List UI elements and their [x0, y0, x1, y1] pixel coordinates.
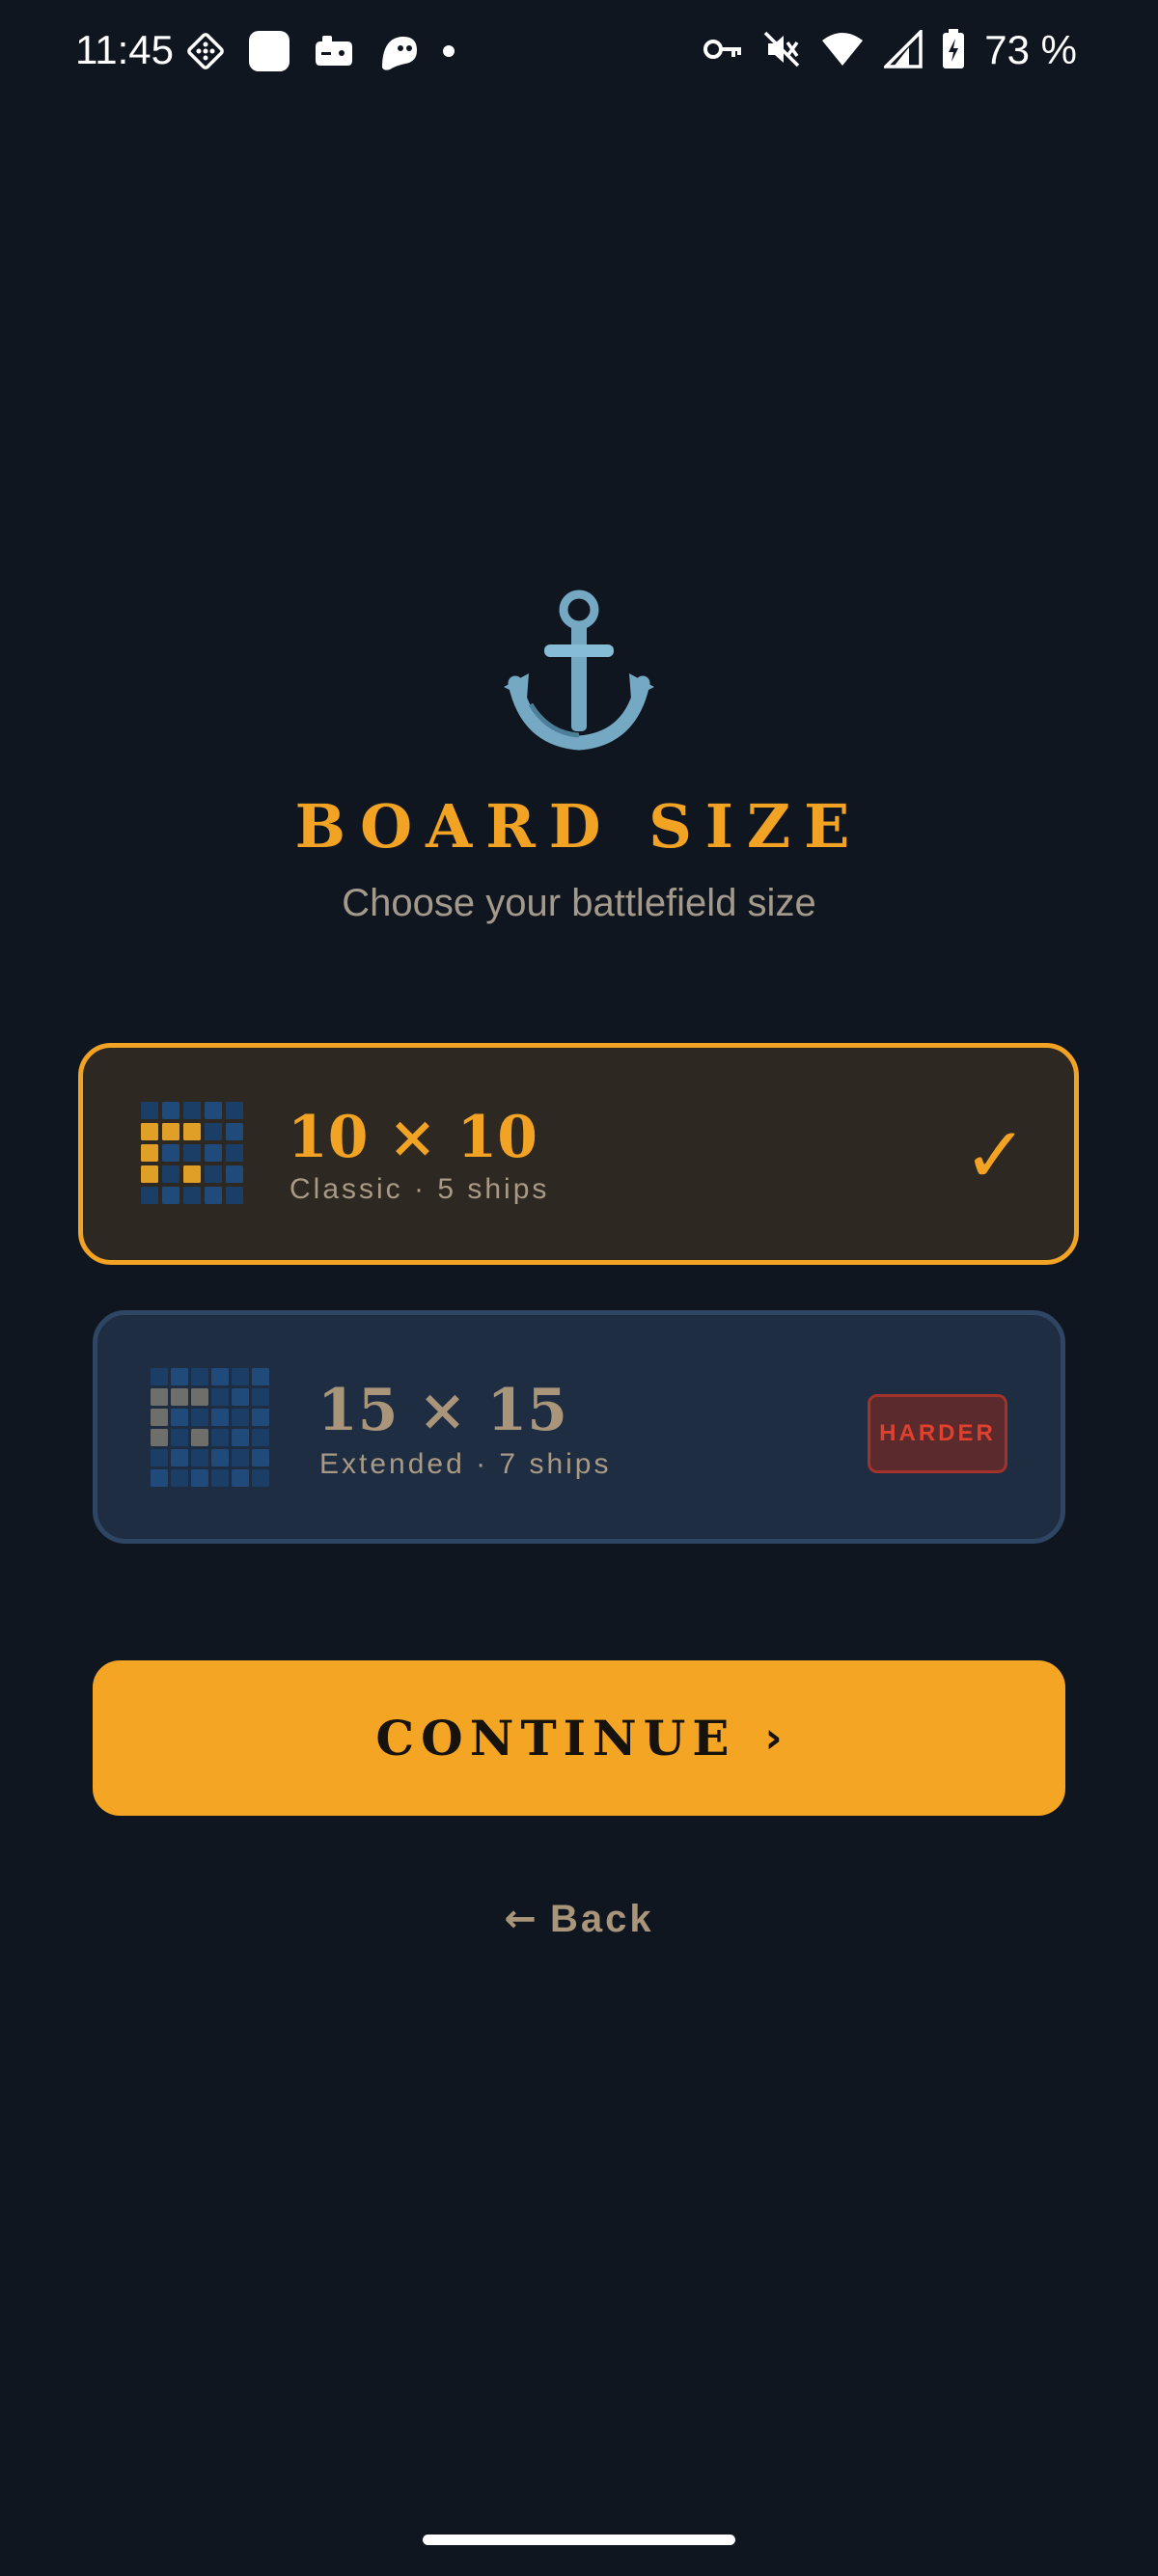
- system-icons: [703, 29, 965, 69]
- rounded-square-icon: [247, 29, 291, 73]
- signal-icon: [884, 30, 923, 69]
- dice-icon: [185, 31, 226, 71]
- difficulty-badge: HARDER: [868, 1394, 1007, 1473]
- grid-15x15-icon: [151, 1368, 272, 1494]
- option-description: Classic · 5 ships: [290, 1173, 550, 1205]
- grid-10x10-icon: [141, 1102, 243, 1209]
- chevron-right-icon: ›: [764, 1713, 783, 1763]
- page-title: BOARD SIZE: [294, 791, 864, 862]
- option-title: 15 × 15: [317, 1377, 568, 1444]
- status-bar: 11:45 73 %: [0, 0, 1158, 106]
- status-time: 11:45: [75, 27, 174, 72]
- arrow-left-icon: ←: [504, 1897, 537, 1941]
- ghost-icon: [376, 31, 421, 71]
- checkmark-icon: ✓: [962, 1110, 1028, 1200]
- board-option-10x10[interactable]: 10 × 10 Classic · 5 ships ✓: [78, 1043, 1079, 1265]
- continue-button[interactable]: CONTINUE ›: [93, 1660, 1065, 1816]
- board-size-screen: 11:45 73 % BOARD SIZE Choose your battle…: [0, 0, 1158, 2576]
- home-indicator[interactable]: [423, 2535, 735, 2545]
- option-title: 10 × 10: [288, 1104, 538, 1171]
- option-description: Extended · 7 ships: [319, 1448, 612, 1480]
- dot-icon: [442, 44, 455, 58]
- key-icon: [703, 35, 743, 64]
- board-option-15x15[interactable]: 15 × 15 Extended · 7 ships HARDER: [93, 1310, 1065, 1544]
- notification-icons: [185, 29, 455, 73]
- battery-percentage: 73 %: [984, 27, 1077, 72]
- wifi-icon: [820, 31, 865, 68]
- back-button[interactable]: ← Back: [0, 1897, 1158, 1941]
- continue-label: CONTINUE: [375, 1710, 736, 1767]
- muted-icon: [762, 30, 801, 69]
- anchor-icon: [502, 589, 656, 753]
- battery-charging-icon: [942, 29, 965, 69]
- page-subtitle: Choose your battlefield size: [342, 882, 816, 924]
- back-label: Back: [549, 1898, 654, 1940]
- game-controller-icon: [313, 32, 355, 70]
